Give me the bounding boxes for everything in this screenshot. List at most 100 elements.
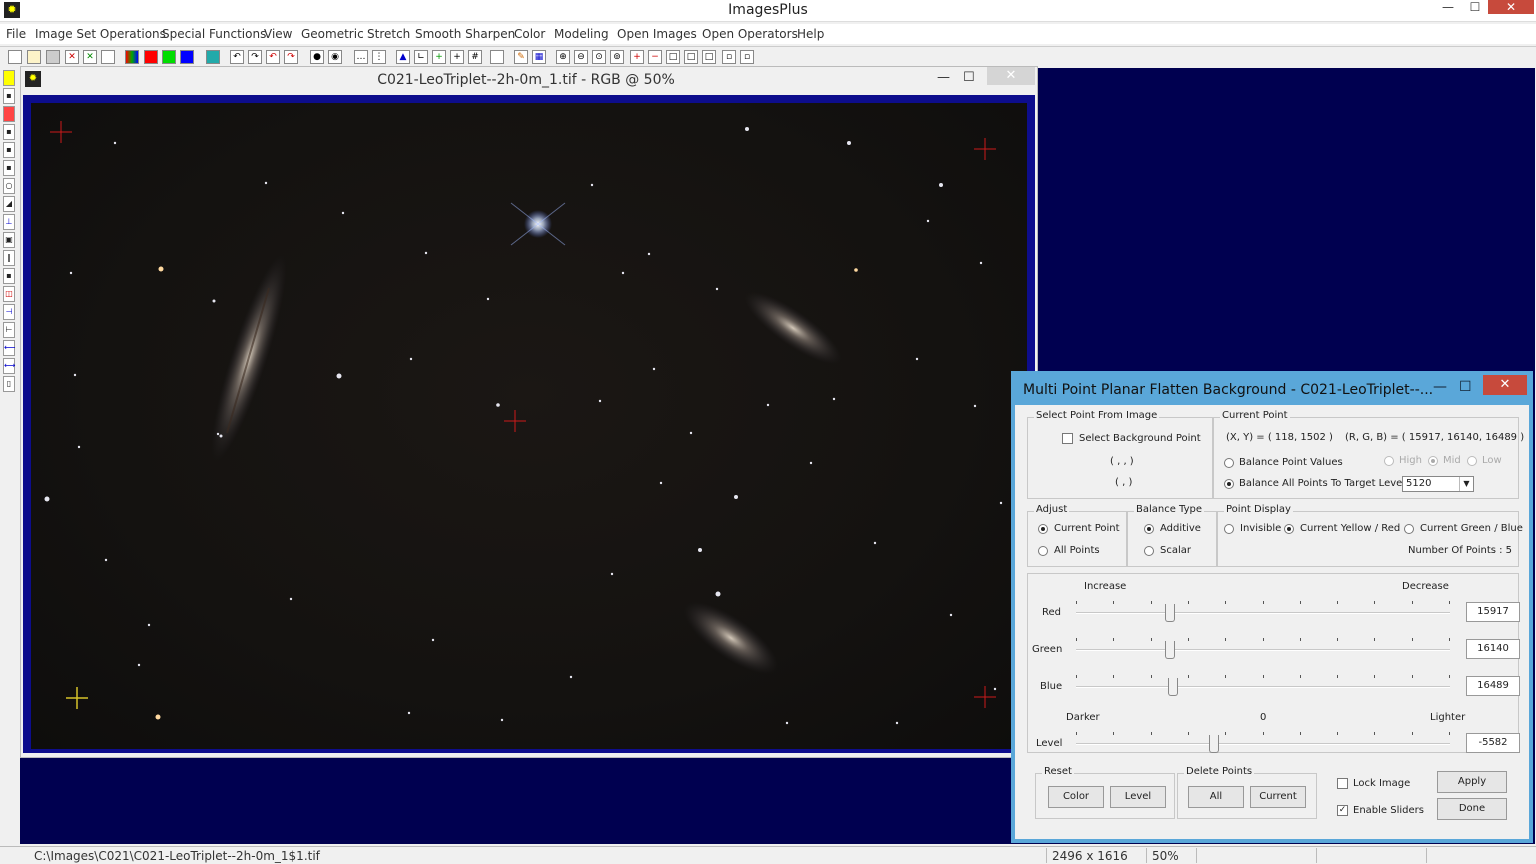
target-level-select[interactable]: 5120 ▼ bbox=[1402, 476, 1474, 492]
dialog-close-button[interactable]: ✕ bbox=[1483, 375, 1527, 395]
tool-m-icon[interactable]: ⊢ bbox=[3, 322, 15, 338]
tool-b-icon[interactable]: ▪ bbox=[3, 124, 15, 140]
slider-thumb[interactable] bbox=[1165, 641, 1175, 659]
high-radio[interactable] bbox=[1384, 456, 1394, 466]
dialog-minimize-button[interactable]: — bbox=[1433, 379, 1447, 395]
menu-geometric[interactable]: Geometric bbox=[301, 27, 364, 41]
menu-image-set-operations[interactable]: Image Set Operations bbox=[35, 27, 166, 41]
tool-j-icon[interactable]: ▪ bbox=[3, 268, 15, 284]
select-background-point-checkbox[interactable] bbox=[1062, 433, 1073, 444]
triangle-icon[interactable]: ▲ bbox=[396, 50, 410, 64]
circle-select-icon[interactable]: ● bbox=[310, 50, 324, 64]
tool-e-icon[interactable]: ○ bbox=[3, 178, 15, 194]
balance-point-values-radio[interactable] bbox=[1224, 458, 1234, 468]
slider-thumb[interactable] bbox=[1168, 678, 1178, 696]
tool-p-icon[interactable]: ▯ bbox=[3, 376, 15, 392]
adjust-current-point-radio[interactable] bbox=[1038, 524, 1048, 534]
current-green-blue-radio[interactable] bbox=[1404, 524, 1414, 534]
menu-file[interactable]: File bbox=[6, 27, 26, 41]
menu-view[interactable]: View bbox=[264, 27, 292, 41]
lock-image-checkbox[interactable] bbox=[1337, 778, 1348, 789]
zoom-100-icon[interactable]: ⊚ bbox=[610, 50, 624, 64]
delete-current-button[interactable]: Current bbox=[1250, 786, 1306, 808]
image-close-button[interactable]: ✕ bbox=[987, 67, 1035, 85]
reset-color-button[interactable]: Color bbox=[1048, 786, 1104, 808]
square-2-icon[interactable]: ▫ bbox=[740, 50, 754, 64]
save-icon[interactable] bbox=[46, 50, 60, 64]
red-channel-icon[interactable] bbox=[144, 50, 158, 64]
zoom-fit-icon[interactable]: ⊙ bbox=[592, 50, 606, 64]
tool-l-icon[interactable]: ⊣ bbox=[3, 304, 15, 320]
crosshair-icon[interactable]: + bbox=[450, 50, 464, 64]
tool-k-icon[interactable]: ◫ bbox=[3, 286, 15, 302]
frame-2-icon[interactable]: □ bbox=[684, 50, 698, 64]
tool-d-icon[interactable]: ▪ bbox=[3, 160, 15, 176]
close-all-icon[interactable]: ✕ bbox=[83, 50, 97, 64]
mid-radio[interactable] bbox=[1428, 456, 1438, 466]
menu-stretch[interactable]: Stretch bbox=[367, 27, 410, 41]
close-button[interactable]: ✕ bbox=[1488, 0, 1534, 14]
low-radio[interactable] bbox=[1467, 456, 1477, 466]
point-select-icon[interactable]: ◉ bbox=[328, 50, 342, 64]
square-icon[interactable]: ▫ bbox=[722, 50, 736, 64]
astro-image[interactable] bbox=[31, 103, 1027, 749]
tool-o-icon[interactable]: ⟷ bbox=[3, 358, 15, 374]
tool-c-icon[interactable]: ▪ bbox=[3, 142, 15, 158]
red-value[interactable]: 15917 bbox=[1466, 602, 1520, 622]
redo-icon[interactable]: ↷ bbox=[248, 50, 262, 64]
menu-special-functions[interactable]: Special Functions bbox=[162, 27, 266, 41]
frame-3-icon[interactable]: □ bbox=[702, 50, 716, 64]
rgb-channels-icon[interactable] bbox=[125, 50, 139, 64]
red-slider[interactable] bbox=[1076, 598, 1450, 622]
grid-icon[interactable] bbox=[206, 50, 220, 64]
tool-g-icon[interactable]: ⊥ bbox=[3, 214, 15, 230]
tool-highlight-icon[interactable] bbox=[3, 70, 15, 86]
apply-button[interactable]: Apply bbox=[1437, 771, 1507, 793]
current-yellow-red-radio[interactable] bbox=[1284, 524, 1294, 534]
menu-open-images[interactable]: Open Images bbox=[617, 27, 697, 41]
print-icon[interactable] bbox=[101, 50, 115, 64]
redo-all-icon[interactable]: ↷ bbox=[284, 50, 298, 64]
tool-h-icon[interactable]: ▣ bbox=[3, 232, 15, 248]
tool-i-icon[interactable]: ‖ bbox=[3, 250, 15, 266]
balance-all-radio[interactable] bbox=[1224, 479, 1234, 489]
pencil-icon[interactable]: ✎ bbox=[514, 50, 528, 64]
reset-level-button[interactable]: Level bbox=[1110, 786, 1166, 808]
green-channel-icon[interactable] bbox=[162, 50, 176, 64]
grid-small-icon[interactable]: # bbox=[468, 50, 482, 64]
tool-a-icon[interactable]: ▪ bbox=[3, 88, 15, 104]
delete-all-button[interactable]: All bbox=[1188, 786, 1244, 808]
close-image-icon[interactable]: ✕ bbox=[65, 50, 79, 64]
menu-smooth-sharpen[interactable]: Smooth Sharpen bbox=[415, 27, 515, 41]
measure-icon[interactable]: ⋮ bbox=[372, 50, 386, 64]
image-minimize-button[interactable]: — bbox=[937, 70, 950, 85]
level-slider[interactable] bbox=[1076, 729, 1450, 753]
undo-icon[interactable]: ↶ bbox=[230, 50, 244, 64]
zoom-in-icon[interactable]: ⊕ bbox=[556, 50, 570, 64]
angle-icon[interactable]: ∟ bbox=[414, 50, 428, 64]
table-icon[interactable]: ▦ bbox=[532, 50, 546, 64]
open-icon[interactable] bbox=[27, 50, 41, 64]
invisible-radio[interactable] bbox=[1224, 524, 1234, 534]
slider-thumb[interactable] bbox=[1165, 604, 1175, 622]
level-value[interactable]: -5582 bbox=[1466, 733, 1520, 753]
menu-open-operators[interactable]: Open Operators bbox=[702, 27, 798, 41]
green-slider[interactable] bbox=[1076, 635, 1450, 659]
palette-icon[interactable] bbox=[490, 50, 504, 64]
minimize-button[interactable]: — bbox=[1434, 0, 1462, 16]
slider-thumb[interactable] bbox=[1209, 735, 1219, 753]
dots-icon[interactable]: … bbox=[354, 50, 368, 64]
dialog-maximize-button[interactable]: ☐ bbox=[1459, 379, 1472, 395]
scalar-radio[interactable] bbox=[1144, 546, 1154, 556]
menu-help[interactable]: Help bbox=[797, 27, 824, 41]
add-frame-icon[interactable]: + bbox=[630, 50, 644, 64]
enable-sliders-checkbox[interactable]: ✓ bbox=[1337, 805, 1348, 816]
additive-radio[interactable] bbox=[1144, 524, 1154, 534]
image-maximize-button[interactable]: ☐ bbox=[963, 70, 975, 85]
tool-f-icon[interactable]: ◢ bbox=[3, 196, 15, 212]
maximize-button[interactable]: ☐ bbox=[1461, 0, 1489, 16]
adjust-all-points-radio[interactable] bbox=[1038, 546, 1048, 556]
plus-icon[interactable]: + bbox=[432, 50, 446, 64]
blue-value[interactable]: 16489 bbox=[1466, 676, 1520, 696]
green-value[interactable]: 16140 bbox=[1466, 639, 1520, 659]
